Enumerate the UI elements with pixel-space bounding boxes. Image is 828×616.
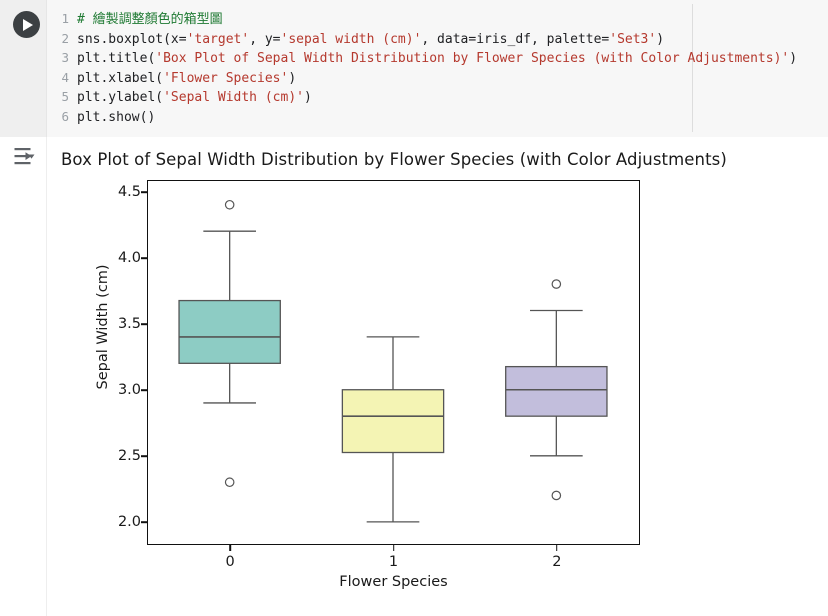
code-token-plain: ) [288,70,297,86]
y-axis-tick-labels: 2.0 2.5 3.0 3.5 4.0 4.5 [99,180,141,545]
code-cell: 1 # 繪製調整顏色的箱型圖 2 sns.boxplot(x='target', y=… [0,0,828,137]
code-token-plain: ) [789,51,798,66]
code-token-plain: , y= [249,31,281,47]
code-token-plain: , data=iris_df, palette= [421,31,610,47]
box-rect [505,365,608,417]
y-tick-label: 3.0 [117,382,141,399]
x-tick-mark [229,545,231,551]
box-rect [341,389,445,454]
code-line: 4 plt.xlabel('Flower Species') [47,68,828,88]
code-line: 2 sns.boxplot(x='target', y='sepal width … [47,29,828,49]
code-token-plain: plt.title( [77,51,156,66]
y-tick-label: 3.5 [117,316,141,333]
code-token-str: 'sepal width (cm)' [280,31,422,47]
code-line: 6 plt.show() [47,107,828,127]
code-token-plain: plt.ylabel( [77,90,164,105]
code-token-comment: # 繪製調整顏色的箱型圖 [77,12,223,27]
code-line: 5 plt.ylabel('Sepal Width (cm)') [47,87,828,107]
box-rect [178,299,281,364]
boxplot-canvas [178,199,608,523]
play-icon [23,18,33,31]
x-tick-label: 2 [552,554,562,570]
notebook-cell-container: 1 # 繪製調整顏色的箱型圖 2 sns.boxplot(x='target', y=… [0,0,828,616]
code-token-plain: sns.boxplot(x= [77,31,187,47]
y-tick-label: 2.5 [117,448,141,465]
x-axis-ticks: 0 1 2 [147,545,640,577]
code-token-str: 'Set3' [609,31,657,47]
plot-area [147,180,640,545]
code-cell-gutter [0,0,47,137]
line-number: 1 [61,11,69,26]
y-tick-label: 2.0 [117,514,141,531]
code-token-str: 'Box Plot of Sepal Width Distribution by… [155,51,790,66]
outlier-point [224,199,235,210]
outlier-point [551,490,562,501]
outlier-point [551,279,562,289]
code-token-str: 'Flower Species' [163,70,289,86]
code-token-plain: plt.xlabel( [77,70,164,86]
code-token-plain: plt.show() [77,109,156,125]
line-number: 5 [61,89,69,104]
output-cell: Box Plot of Sepal Width Distribution by … [0,137,828,616]
boxplot-group [341,336,445,523]
boxplot-group [505,279,608,501]
x-axis-label: Flower Species [339,574,448,590]
output-cell-gutter [0,137,47,616]
x-tick-label: 1 [388,554,399,570]
code-token-str: 'target' [186,31,250,47]
chart-title: Box Plot of Sepal Width Distribution by … [61,150,727,169]
output-collapse-icon[interactable] [12,146,36,168]
y-tick-label: 4.5 [117,184,141,201]
code-token-plain: ) [303,90,312,105]
line-number: 3 [61,50,69,65]
code-token-plain: ) [656,31,665,47]
code-token-str: 'Sepal Width (cm)' [163,90,304,105]
code-editor[interactable]: 1 # 繪製調整顏色的箱型圖 2 sns.boxplot(x='target', y=… [47,0,828,137]
line-number: 2 [61,30,69,46]
line-number: 4 [61,69,69,85]
x-tick-label: 0 [225,554,235,570]
line-number: 6 [61,108,69,124]
code-line: 3 plt.title('Box Plot of Sepal Width Dist… [47,48,828,68]
run-cell-button[interactable] [13,11,40,38]
x-tick-mark [556,545,558,551]
matplotlib-figure: Box Plot of Sepal Width Distribution by … [47,137,828,616]
outlier-point [224,477,235,488]
boxplot-group [178,199,281,488]
y-tick-label: 4.0 [117,250,141,267]
code-lines: 1 # 繪製調整顏色的箱型圖 2 sns.boxplot(x='target', y=… [47,9,828,126]
x-tick-mark [392,545,395,551]
code-line: 1 # 繪製調整顏色的箱型圖 [47,9,828,29]
